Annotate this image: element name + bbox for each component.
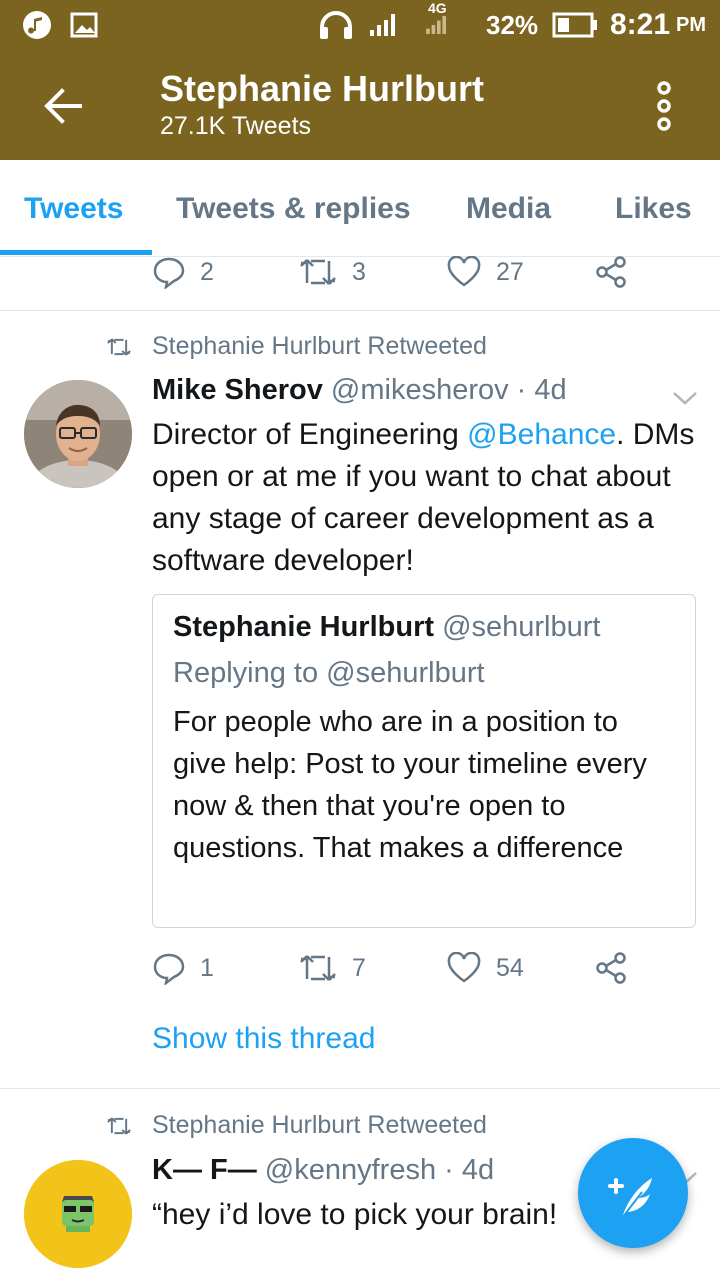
tweet-text: Director of Engineering @Behance. DMs op… (152, 414, 700, 582)
active-tab-indicator (0, 250, 152, 255)
profile-tabs: Tweets Tweets & replies Media Likes (0, 160, 720, 257)
tweet-actions: 2 3 27 (152, 252, 652, 292)
battery-percent: 32% (486, 9, 539, 40)
quote-header: Stephanie Hurlburt @sehurlburt (173, 611, 600, 644)
retweeted-by: Stephanie Hurlburt Retweeted (106, 1111, 487, 1140)
retweet-button[interactable]: 7 (298, 948, 366, 988)
author-name[interactable]: K— F— (152, 1154, 257, 1186)
music-note-icon (22, 8, 52, 42)
mention-link[interactable]: @Behance (467, 418, 616, 451)
heart-icon (447, 952, 481, 983)
tweet-text-start: Director of Engineering (152, 418, 468, 451)
tab-likes[interactable]: Likes (615, 192, 692, 226)
heart-icon (447, 256, 481, 287)
retweet-icon (300, 259, 336, 285)
retweet-count: 7 (352, 953, 366, 982)
author-handle: @mikesherov · 4d (330, 374, 567, 406)
like-count: 54 (496, 953, 524, 982)
avatar[interactable] (24, 380, 132, 488)
share-icon (596, 256, 626, 288)
chevron-down-icon[interactable] (672, 390, 698, 406)
more-options-icon[interactable] (650, 80, 678, 132)
quote-author-handle: @sehurlburt (442, 611, 601, 643)
retweeted-by-label: Stephanie Hurlburt Retweeted (152, 332, 487, 360)
retweet-count: 3 (352, 257, 366, 286)
tweet-header: Mike Sherov @mikesherov · 4d (152, 374, 567, 407)
tweet-header: K— F— @kennyfresh · 4d (152, 1154, 494, 1187)
clock: 8:21 (610, 8, 671, 41)
reply-icon (153, 953, 185, 985)
network-type: 4G (428, 0, 447, 16)
profile-header: Stephanie Hurlburt 27.1K Tweets (0, 50, 720, 160)
share-button[interactable] (594, 252, 628, 292)
author-name[interactable]: Mike Sherov (152, 374, 323, 406)
tweet-count: 27.1K Tweets (160, 112, 312, 140)
like-count: 27 (496, 257, 524, 286)
like-button[interactable]: 27 (446, 252, 524, 292)
battery-icon (552, 8, 598, 42)
avatar[interactable] (24, 1160, 132, 1268)
tab-tweets[interactable]: Tweets (24, 192, 123, 226)
retweeted-by: Stephanie Hurlburt Retweeted (106, 332, 487, 361)
signal-icon (368, 8, 398, 42)
share-icon (596, 952, 626, 984)
retweeted-by-label: Stephanie Hurlburt Retweeted (152, 1111, 487, 1139)
retweet-button[interactable]: 3 (298, 252, 366, 292)
quote-text: For people who are in a position to give… (173, 706, 647, 864)
image-icon (70, 8, 98, 42)
reply-count: 2 (200, 257, 214, 286)
feather-plus-icon (608, 1178, 652, 1219)
retweet-icon (107, 338, 131, 355)
reply-button[interactable]: 2 (152, 252, 214, 292)
tab-tweets-and-replies[interactable]: Tweets & replies (176, 192, 411, 226)
quote-replying-to: Replying to @sehurlburt (173, 657, 485, 689)
page-title: Stephanie Hurlburt (160, 68, 485, 109)
quoted-tweet[interactable]: Stephanie Hurlburt @sehurlburt Replying … (152, 594, 696, 928)
reply-icon (153, 257, 185, 289)
clock-ampm: PM (676, 13, 707, 36)
quote-author-name: Stephanie Hurlburt (173, 611, 435, 643)
tab-media[interactable]: Media (466, 192, 551, 226)
compose-tweet-button[interactable] (578, 1138, 688, 1248)
reply-count: 1 (200, 953, 214, 982)
like-button[interactable]: 54 (446, 948, 524, 988)
headphones-icon (318, 8, 354, 42)
share-button[interactable] (594, 948, 628, 988)
retweet-icon (107, 1117, 131, 1134)
tweet-divider (0, 310, 720, 311)
tweet-divider (0, 1088, 720, 1089)
show-thread-link[interactable]: Show this thread (152, 1022, 375, 1056)
back-arrow-icon[interactable] (40, 86, 88, 126)
status-bar: 4G 32% 8:21 PM (0, 0, 720, 50)
author-handle: @kennyfresh · 4d (264, 1154, 495, 1186)
tweet-actions: 1 7 54 (152, 948, 652, 988)
reply-button[interactable]: 1 (152, 948, 214, 988)
4g-signal-icon: 4G (424, 0, 450, 34)
retweet-icon (300, 955, 336, 981)
